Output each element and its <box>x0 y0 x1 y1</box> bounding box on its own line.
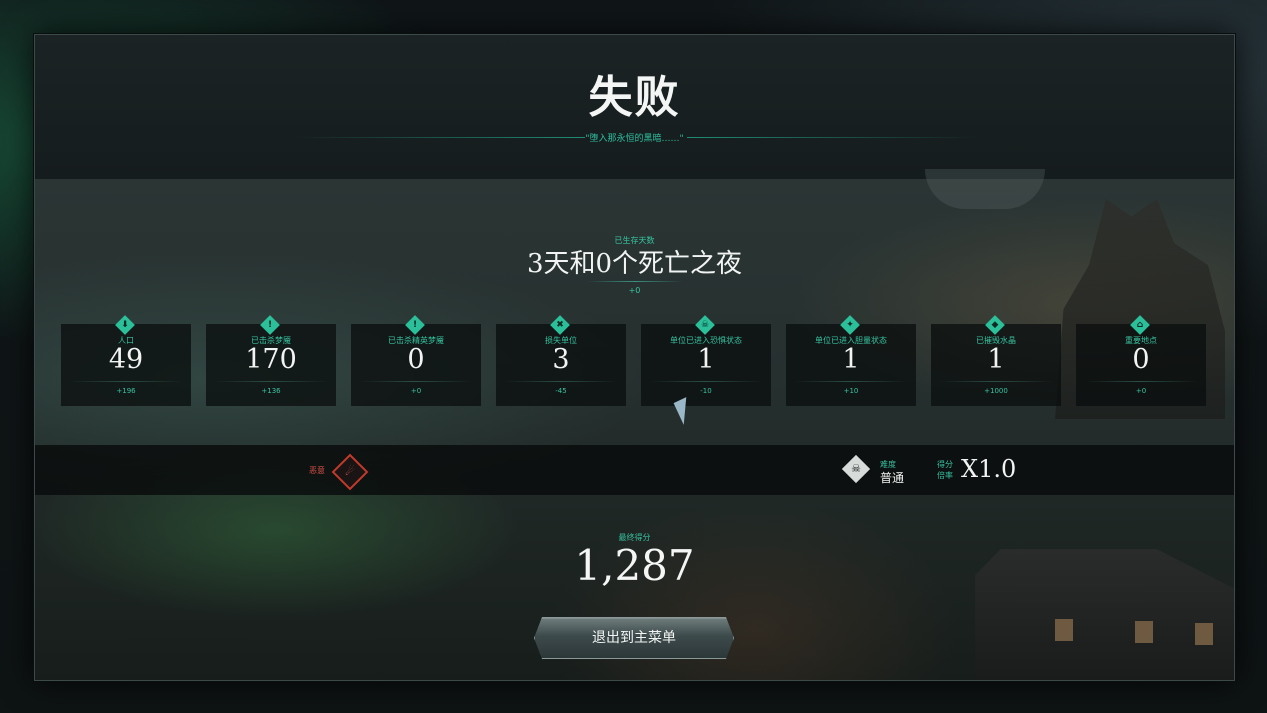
stat-delta: +0 <box>1135 387 1147 395</box>
stat-divider <box>214 381 328 382</box>
stat-value: 0 <box>1132 344 1150 375</box>
stat-delta: +136 <box>261 387 281 395</box>
stat-card: ☠ 单位已进入恐惧状态 1 -10 <box>641 315 771 406</box>
stat-divider <box>939 381 1053 382</box>
stat-value: 1 <box>842 344 860 375</box>
stat-card: ✦ 单位已进入胆量状态 1 +10 <box>786 315 916 406</box>
brave-icon: ✦ <box>840 315 860 335</box>
days-survived-value: 3天和0个死亡之夜 <box>526 249 743 279</box>
kill-icon: ! <box>260 315 280 335</box>
stat-divider <box>359 381 473 382</box>
stat-value: 170 <box>245 344 297 375</box>
skull-icon: ☠ <box>695 315 715 335</box>
stat-value: 3 <box>552 344 570 375</box>
stat-card: ! 已击杀梦魇 170 +136 <box>206 315 336 406</box>
scene-backdrop: 已生存天数 3天和0个死亡之夜 +0 ⬇ 人口 49 +196 ! 已击杀梦魇 … <box>35 169 1234 680</box>
malice-label: 恶意 <box>309 466 325 475</box>
malice-icon[interactable]: ☄ <box>331 453 369 491</box>
difficulty-skull-icon: ☠ <box>841 454 871 484</box>
stats-row: ⬇ 人口 49 +196 ! 已击杀梦魇 170 +136 ! 已击杀精英梦魇 … <box>61 315 1207 406</box>
stat-card: ✖ 损失单位 3 -45 <box>496 315 626 406</box>
moon-decoration <box>925 169 1045 209</box>
crystal-icon: ◆ <box>985 315 1005 335</box>
stat-divider <box>504 381 618 382</box>
stat-card: ⌂ 重要地点 0 +0 <box>1076 315 1206 406</box>
stat-value: 49 <box>108 344 144 375</box>
difficulty-value: 普通 <box>880 471 905 485</box>
stat-card: ◆ 已摧毁水晶 1 +1000 <box>931 315 1061 406</box>
window-light <box>1135 621 1153 643</box>
results-header: 失败 "堕入那永恒的黑暗……" <box>35 35 1234 180</box>
score-multiplier-value: X1.0 <box>961 455 1017 483</box>
days-divider <box>587 281 683 282</box>
stat-value: 0 <box>407 344 425 375</box>
score-multiplier-label: 得分倍率 <box>937 460 953 480</box>
landmark-icon: ⌂ <box>1130 315 1150 335</box>
stat-value: 1 <box>987 344 1005 375</box>
stat-divider <box>1084 381 1198 382</box>
stat-delta: +10 <box>843 387 859 395</box>
stat-divider <box>649 381 763 382</box>
window-light <box>1055 619 1073 641</box>
stat-card: ! 已击杀精英梦魇 0 +0 <box>351 315 481 406</box>
stat-card: ⬇ 人口 49 +196 <box>61 315 191 406</box>
result-title: 失败 <box>588 72 681 123</box>
stat-delta: -10 <box>700 387 712 395</box>
stat-divider <box>794 381 908 382</box>
stat-delta: +1000 <box>984 387 1008 395</box>
days-survived-delta: +0 <box>628 286 641 295</box>
exit-to-main-menu-button[interactable]: 退出到主菜单 <box>534 617 734 659</box>
elite-kill-icon: ! <box>405 315 425 335</box>
modifier-bar: 恶意 ☄ ☠ 难度 普通 得分倍率 X1.0 <box>35 445 1234 495</box>
stat-delta: +0 <box>410 387 422 395</box>
population-icon: ⬇ <box>115 315 135 335</box>
stat-divider <box>69 381 183 382</box>
stat-value: 1 <box>697 344 715 375</box>
stat-delta: +196 <box>116 387 136 395</box>
stat-delta: -45 <box>555 387 567 395</box>
final-score-value: 1,287 <box>574 541 695 590</box>
results-panel: 失败 "堕入那永恒的黑暗……" 已生存天数 3天和0个死亡之夜 +0 ⬇ 人口 … <box>34 34 1235 681</box>
result-subtitle: "堕入那永恒的黑暗……" <box>585 134 684 144</box>
lost-units-icon: ✖ <box>550 315 570 335</box>
window-light <box>1195 623 1213 645</box>
